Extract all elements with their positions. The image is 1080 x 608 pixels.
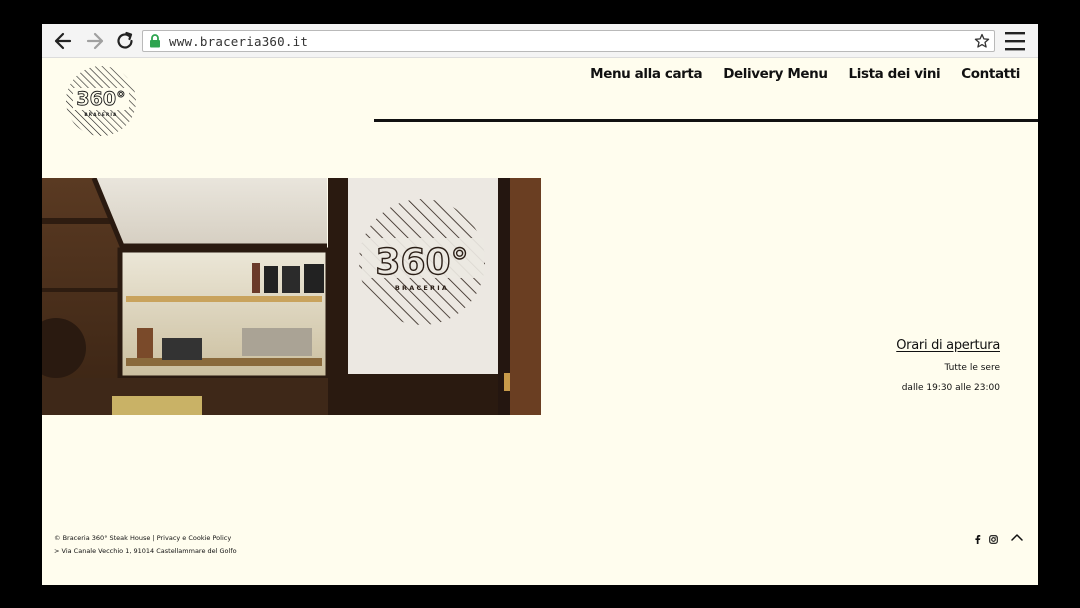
nav-lista-dei-vini[interactable]: Lista dei vini: [849, 66, 941, 82]
footer-info: © Braceria 360° Steak House | Privacy e …: [54, 532, 237, 558]
facebook-icon[interactable]: [974, 531, 981, 549]
opening-hours-days: Tutte le sere: [944, 363, 1000, 373]
browser-toolbar: www.braceria360.it: [42, 24, 1038, 58]
nav-menu-alla-carta[interactable]: Menu alla carta: [590, 66, 702, 82]
privacy-cookie-link[interactable]: Privacy e Cookie Policy: [157, 534, 232, 542]
hero-sign-text: 360°: [375, 242, 468, 283]
address-bar[interactable]: www.braceria360.it: [142, 30, 995, 52]
chevron-up-icon[interactable]: [1010, 530, 1024, 542]
nav-contatti[interactable]: Contatti: [961, 66, 1020, 82]
star-icon[interactable]: [974, 33, 990, 54]
back-arrow-icon[interactable]: [50, 28, 76, 54]
social-links: [974, 531, 998, 549]
browser-window: www.braceria360.it 360° BRACERIA Menu al…: [42, 24, 1038, 585]
nav-delivery-menu[interactable]: Delivery Menu: [723, 66, 828, 82]
reload-icon[interactable]: [112, 28, 138, 54]
instagram-icon[interactable]: [989, 531, 998, 549]
url-text[interactable]: www.braceria360.it: [169, 34, 308, 49]
footer-copyright: © Braceria 360° Steak House: [54, 534, 151, 542]
logo-subtext: BRACERIA: [84, 112, 117, 117]
header-divider: [374, 119, 1038, 122]
opening-hours: Orari di apertura Tutte le sere dalle 19…: [896, 338, 1000, 393]
opening-hours-times: dalle 19:30 alle 23:00: [901, 383, 1000, 393]
lock-icon: [149, 34, 161, 53]
footer-address: > Via Canale Vecchio 1, 91014 Castellamm…: [54, 547, 237, 555]
hero-sign-subtext: BRACERIA: [395, 284, 449, 292]
logo-text: 360°: [76, 88, 125, 110]
site-logo[interactable]: 360° BRACERIA: [64, 64, 138, 138]
main-navigation: Menu alla carta Delivery Menu Lista dei …: [590, 66, 1020, 82]
opening-hours-title[interactable]: Orari di apertura: [896, 338, 1000, 353]
hamburger-menu-icon[interactable]: [1004, 29, 1026, 53]
footer-copyright-line: © Braceria 360° Steak House | Privacy e …: [54, 532, 237, 545]
hero-image: 360° BRACERIA: [42, 178, 541, 415]
forward-arrow-icon[interactable]: [82, 28, 108, 54]
